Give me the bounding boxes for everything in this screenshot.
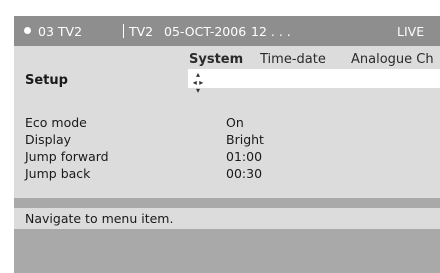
divider [14, 198, 440, 208]
setting-label-eco-mode: Eco mode [25, 115, 87, 130]
live-label: LIVE [397, 24, 425, 39]
four-way-navigation-icon: ▴ ◂ ▸ ▾ [192, 70, 204, 95]
status-bar: 03 TV2 TV2 05-OCT-2006 12 . . . LIVE [14, 16, 440, 46]
menu-selection-bar[interactable]: ▴ ◂ ▸ ▾ [188, 69, 440, 95]
setting-value-display[interactable]: Bright [226, 132, 264, 147]
setting-value-jump-back[interactable]: 00:30 [226, 166, 262, 181]
status-separator [123, 24, 124, 38]
channel-label: 03 TV2 [38, 24, 83, 39]
setting-value-eco-mode[interactable]: On [226, 115, 244, 130]
help-text: Navigate to menu item. [25, 211, 174, 226]
setup-menu: System Time-date Analogue Ch Setup ▴ ◂ ▸ ▾… [14, 46, 440, 198]
record-dot-icon [24, 27, 31, 34]
tab-system[interactable]: System [189, 52, 243, 67]
date-label: 05-OCT-2006 [164, 24, 247, 39]
tv-screen: 03 TV2 TV2 05-OCT-2006 12 . . . LIVE Sys… [14, 16, 440, 273]
help-bar: Navigate to menu item. [14, 208, 440, 229]
menu-title: Setup [25, 73, 68, 88]
time-label: 12 . . . [251, 24, 291, 39]
tab-time-date[interactable]: Time-date [260, 52, 326, 67]
source-label: TV2 [129, 24, 154, 39]
setting-label-display: Display [25, 132, 72, 147]
setting-label-jump-forward: Jump forward [25, 149, 109, 164]
setting-label-jump-back: Jump back [25, 166, 91, 181]
tab-analogue-ch[interactable]: Analogue Ch [351, 52, 434, 67]
setting-value-jump-forward[interactable]: 01:00 [226, 149, 262, 164]
